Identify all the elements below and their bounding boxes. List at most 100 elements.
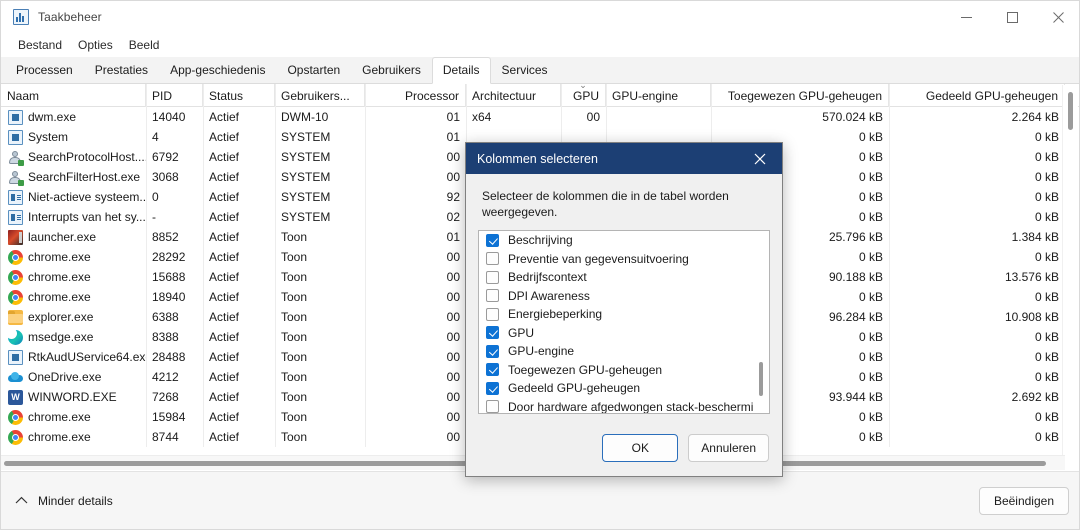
maximize-button[interactable] <box>989 1 1035 33</box>
cell-shared: 0 kB <box>889 407 1065 427</box>
table-row[interactable]: dwm.exe14040ActiefDWM-1001x6400570.024 k… <box>1 107 1080 127</box>
cell-pid: 18940 <box>146 287 203 307</box>
cell-shared: 0 kB <box>889 187 1065 207</box>
dialog-title-bar: Kolommen selecteren <box>466 143 782 174</box>
menu-item-bestand[interactable]: Bestand <box>10 36 70 54</box>
column-option-row[interactable]: Toegewezen GPU-geheugen <box>479 361 769 380</box>
listbox-scroll-thumb[interactable] <box>759 362 763 396</box>
cell-cpu: 00 <box>365 247 466 267</box>
checkbox[interactable] <box>486 289 499 302</box>
cell-status: Actief <box>203 187 275 207</box>
cell-gpu: 00 <box>561 107 606 127</box>
checkbox[interactable] <box>486 308 499 321</box>
checkbox[interactable] <box>486 234 499 247</box>
process-name: dwm.exe <box>28 110 76 124</box>
column-option-row[interactable]: Beschrijving <box>479 231 769 250</box>
cell-cpu: 00 <box>365 327 466 347</box>
minimize-button[interactable] <box>943 1 989 33</box>
column-header-gebruikers[interactable]: Gebruikers... <box>275 84 365 107</box>
checkbox[interactable] <box>486 363 499 376</box>
column-option-label: GPU-engine <box>508 344 574 358</box>
cell-name: SearchFilterHost.exe <box>1 167 146 187</box>
cell-shared: 0 kB <box>889 367 1065 387</box>
column-header-label: Gedeeld GPU-geheugen <box>926 89 1058 103</box>
cell-cpu: 00 <box>365 367 466 387</box>
tab-app-geschiedenis[interactable]: App-geschiedenis <box>159 57 276 84</box>
column-header-gpu[interactable]: GPU⌄ <box>561 84 606 107</box>
cell-name: WWINWORD.EXE <box>1 387 146 407</box>
column-header-architectuur[interactable]: Architectuur <box>466 84 561 107</box>
cell-status: Actief <box>203 167 275 187</box>
end-task-button[interactable]: Beëindigen <box>979 487 1069 515</box>
cell-name: OneDrive.exe <box>1 367 146 387</box>
column-option-row[interactable]: DPI Awareness <box>479 287 769 306</box>
column-header-naam[interactable]: Naam <box>1 84 146 107</box>
window-list-icon <box>8 190 23 205</box>
cell-shared: 0 kB <box>889 207 1065 227</box>
column-option-row[interactable]: GPU <box>479 324 769 343</box>
cell-status: Actief <box>203 427 275 447</box>
column-header-pid[interactable]: PID <box>146 84 203 107</box>
process-name: chrome.exe <box>28 430 91 444</box>
column-header-label: Architectuur <box>472 89 536 103</box>
cell-cpu: 00 <box>365 387 466 407</box>
vertical-scroll-thumb[interactable] <box>1068 92 1073 130</box>
dialog-close-button[interactable] <box>738 143 782 174</box>
cell-pid: 8388 <box>146 327 203 347</box>
column-option-row[interactable]: Energiebeperking <box>479 305 769 324</box>
column-option-row[interactable]: Preventie van gegevensuitvoering <box>479 250 769 269</box>
checkbox[interactable] <box>486 400 499 413</box>
checkbox[interactable] <box>486 382 499 395</box>
cell-name: chrome.exe <box>1 247 146 267</box>
column-header-gedeeld-gpu-geheugen[interactable]: Gedeeld GPU-geheugen <box>889 84 1065 107</box>
menu-item-beeld[interactable]: Beeld <box>121 36 168 54</box>
column-header-status[interactable]: Status <box>203 84 275 107</box>
column-header-gpu-engine[interactable]: GPU-engine <box>606 84 711 107</box>
columns-listbox[interactable]: BeschrijvingPreventie van gegevensuitvoe… <box>478 230 770 414</box>
tab-details[interactable]: Details <box>432 57 491 84</box>
column-header-label: Naam <box>7 89 39 103</box>
checkbox[interactable] <box>486 271 499 284</box>
column-option-label: Energiebeperking <box>508 307 602 321</box>
column-option-row[interactable]: Bedrijfscontext <box>479 268 769 287</box>
cell-gpu_engine <box>606 107 711 127</box>
tab-processen[interactable]: Processen <box>5 57 84 84</box>
tab-services[interactable]: Services <box>491 57 559 84</box>
checkbox[interactable] <box>486 326 499 339</box>
table-vertical-scrollbar[interactable] <box>1062 85 1078 469</box>
column-header-label: Processor <box>405 89 459 103</box>
title-bar: Taakbeheer <box>1 1 1080 33</box>
tab-opstarten[interactable]: Opstarten <box>276 57 351 84</box>
close-button[interactable] <box>1035 1 1080 33</box>
column-option-row[interactable]: Gedeeld GPU-geheugen <box>479 379 769 398</box>
listbox-scrollbar[interactable] <box>754 232 768 414</box>
column-header-label: GPU <box>573 89 599 103</box>
ok-button[interactable]: OK <box>602 434 678 462</box>
column-divider <box>365 84 366 447</box>
cell-pid: - <box>146 207 203 227</box>
menu-item-opties[interactable]: Opties <box>70 36 121 54</box>
checkbox[interactable] <box>486 252 499 265</box>
checkbox[interactable] <box>486 345 499 358</box>
cell-pid: 15984 <box>146 407 203 427</box>
column-header-processor[interactable]: Processor <box>365 84 466 107</box>
cell-status: Actief <box>203 407 275 427</box>
cell-name: Interrupts van het sy... <box>1 207 146 227</box>
tab-gebruikers[interactable]: Gebruikers <box>351 57 432 84</box>
window-icon <box>8 130 23 145</box>
cell-name: explorer.exe <box>1 307 146 327</box>
column-option-row[interactable]: Door hardware afgedwongen stack-bescherm… <box>479 398 769 415</box>
cell-name: msedge.exe <box>1 327 146 347</box>
column-option-row[interactable]: GPU-engine <box>479 342 769 361</box>
column-header-label: Gebruikers... <box>281 89 350 103</box>
dialog-description: Selecteer de kolommen die in de tabel wo… <box>478 174 740 230</box>
column-header-toegewezen-gpu-geheugen[interactable]: Toegewezen GPU-geheugen <box>711 84 889 107</box>
cell-name: SearchProtocolHost.... <box>1 147 146 167</box>
chrome-icon <box>8 290 23 305</box>
cancel-button[interactable]: Annuleren <box>688 434 769 462</box>
less-details-button[interactable]: Minder details <box>15 494 113 508</box>
column-divider <box>146 84 147 447</box>
chrome-icon <box>8 250 23 265</box>
tab-prestaties[interactable]: Prestaties <box>84 57 159 84</box>
column-option-label: DPI Awareness <box>508 289 590 303</box>
